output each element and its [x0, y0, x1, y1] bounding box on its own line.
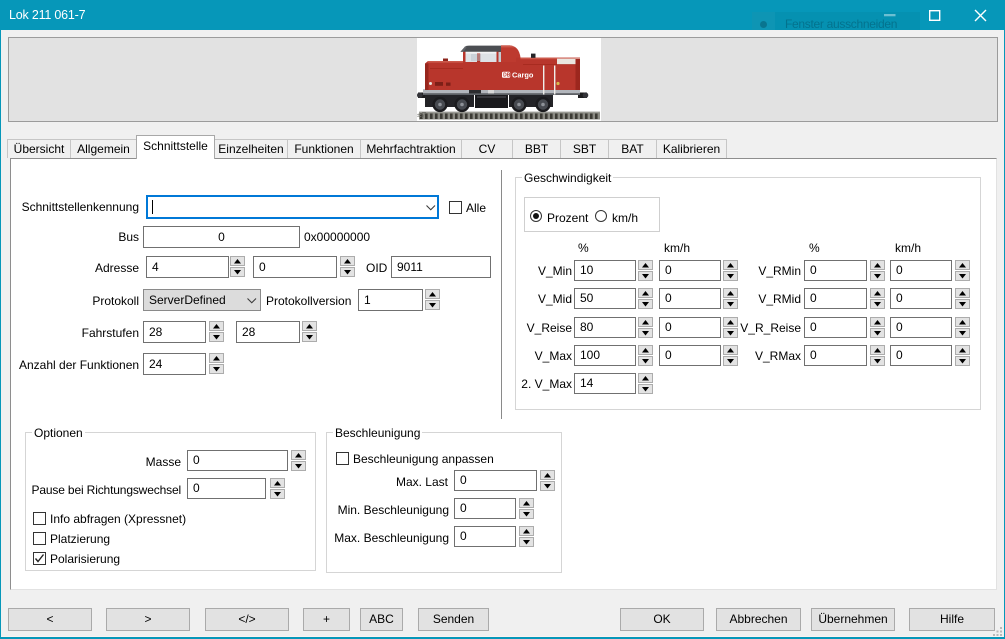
svg-text:≈7: ≈7 — [417, 111, 426, 120]
svg-text:DB: DB — [503, 73, 511, 79]
svg-text:Cargo: Cargo — [512, 71, 534, 80]
